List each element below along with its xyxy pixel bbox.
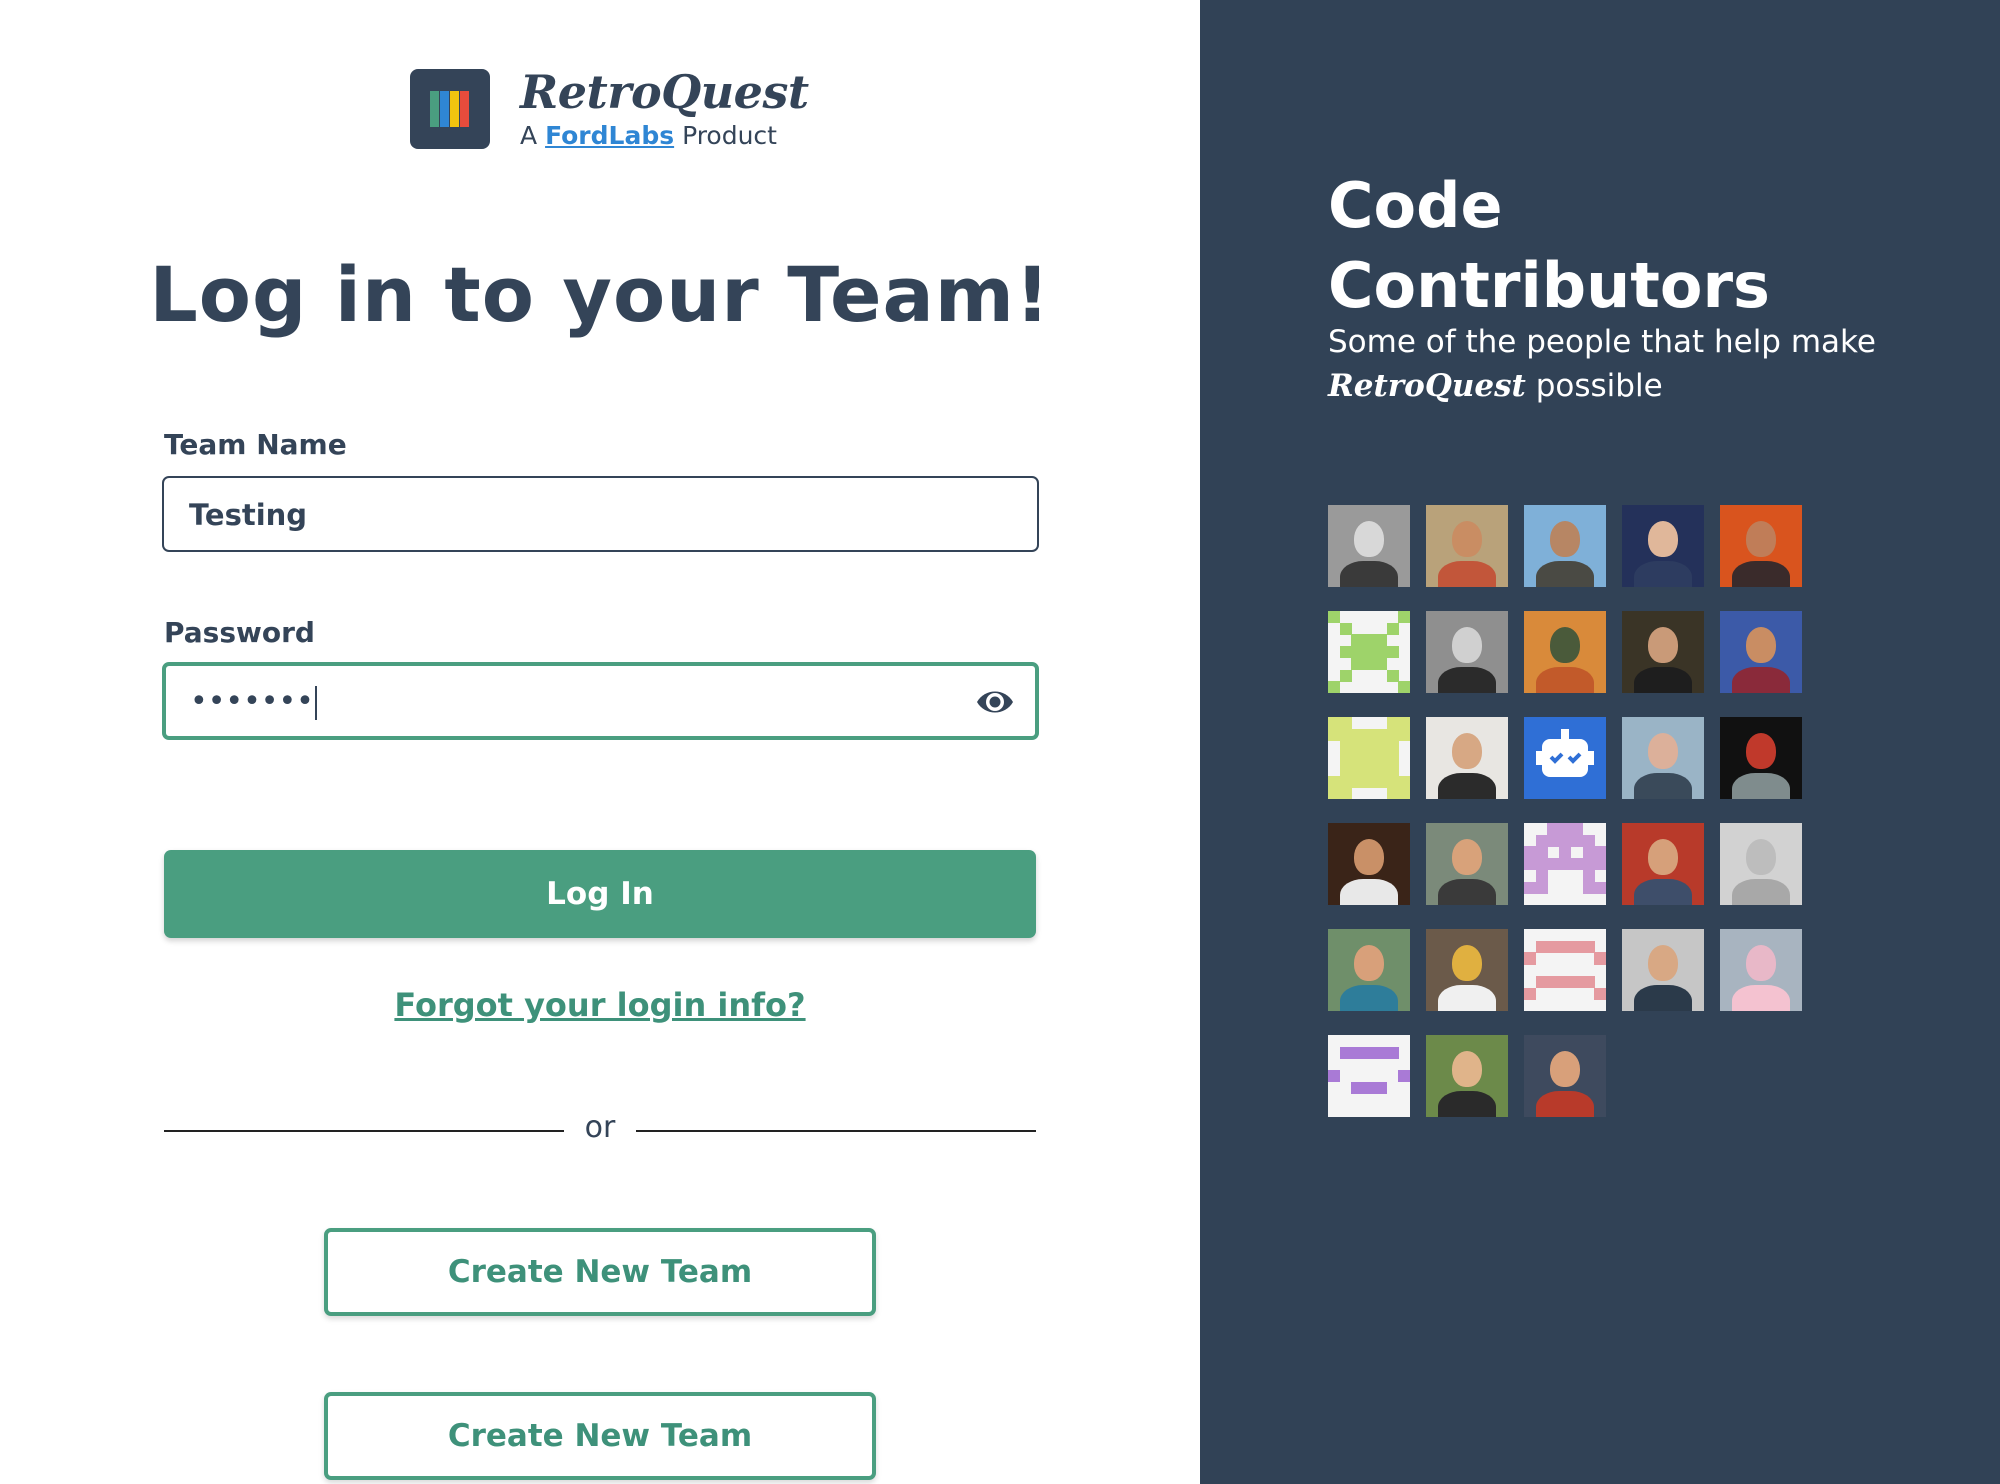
- password-value: •••••••: [190, 684, 317, 720]
- fordlabs-link[interactable]: FordLabs: [545, 121, 674, 150]
- contributor-avatar[interactable]: [1720, 611, 1802, 693]
- contributor-avatar[interactable]: [1328, 717, 1410, 799]
- contributor-avatar[interactable]: [1524, 717, 1606, 799]
- text-caret: [314, 685, 317, 720]
- contributor-avatar[interactable]: [1622, 717, 1704, 799]
- subtitle-brand: RetroQuest: [1328, 368, 1526, 404]
- subtitle-end: possible: [1535, 368, 1663, 404]
- contributor-avatar[interactable]: [1328, 929, 1410, 1011]
- password-label: Password: [164, 616, 315, 649]
- contributor-avatar[interactable]: [1524, 1035, 1606, 1117]
- login-button[interactable]: Log In: [164, 850, 1036, 938]
- team-name-input[interactable]: Testing: [162, 476, 1039, 552]
- contributors-subtitle: Some of the people that help make RetroQ…: [1328, 320, 1888, 408]
- forgot-login-text[interactable]: Forgot your login info?: [394, 986, 805, 1024]
- retroquest-logo-icon: [410, 69, 490, 149]
- contributor-avatar[interactable]: [1720, 717, 1802, 799]
- contributor-avatar[interactable]: [1622, 611, 1704, 693]
- contributor-avatar-grid: [1328, 505, 1848, 1117]
- contributor-avatar[interactable]: [1622, 505, 1704, 587]
- login-panel: RetroQuest A FordLabs Product Log in to …: [0, 0, 1200, 1484]
- team-name-label: Team Name: [164, 428, 347, 461]
- create-new-team-button-2[interactable]: Create New Team: [324, 1392, 876, 1480]
- contributors-panel: Code Contributors Some of the people tha…: [1200, 0, 2000, 1484]
- contributor-avatar[interactable]: [1328, 1035, 1410, 1117]
- contributor-avatar[interactable]: [1622, 823, 1704, 905]
- show-password-eye-icon[interactable]: [975, 684, 1015, 720]
- contributor-avatar[interactable]: [1426, 611, 1508, 693]
- subtitle-text: Some of the people that help make: [1328, 324, 1876, 360]
- brand-header: RetroQuest A FordLabs Product: [410, 65, 809, 151]
- or-divider: or: [164, 1110, 1036, 1150]
- contributor-avatar[interactable]: [1524, 929, 1606, 1011]
- contributor-avatar[interactable]: [1328, 611, 1410, 693]
- contributor-avatar[interactable]: [1720, 929, 1802, 1011]
- contributor-avatar[interactable]: [1328, 823, 1410, 905]
- or-text: or: [584, 1110, 616, 1145]
- contributor-avatar[interactable]: [1426, 717, 1508, 799]
- contributor-avatar[interactable]: [1426, 1035, 1508, 1117]
- contributor-avatar[interactable]: [1426, 823, 1508, 905]
- forgot-login-link[interactable]: Forgot your login info?: [0, 986, 1200, 1024]
- contributors-title: Code Contributors: [1328, 169, 1770, 322]
- brand-tagline: A FordLabs Product: [520, 121, 809, 151]
- contributor-avatar[interactable]: [1622, 929, 1704, 1011]
- contributor-avatar[interactable]: [1426, 505, 1508, 587]
- divider-line-right: [636, 1130, 1036, 1132]
- tagline-prefix: A: [520, 121, 538, 150]
- tagline-suffix: Product: [682, 121, 777, 150]
- contributor-avatar[interactable]: [1524, 505, 1606, 587]
- contributor-avatar[interactable]: [1720, 505, 1802, 587]
- contributor-avatar[interactable]: [1426, 929, 1508, 1011]
- team-name-value: Testing: [189, 498, 308, 532]
- contributor-avatar[interactable]: [1524, 823, 1606, 905]
- brand-name: RetroQuest: [520, 65, 809, 119]
- contributor-avatar[interactable]: [1328, 505, 1410, 587]
- contributor-avatar[interactable]: [1524, 611, 1606, 693]
- contributor-avatar[interactable]: [1720, 823, 1802, 905]
- password-input[interactable]: •••••••: [162, 662, 1039, 740]
- page-title: Log in to your Team!: [149, 250, 1051, 339]
- create-new-team-button[interactable]: Create New Team: [324, 1228, 876, 1316]
